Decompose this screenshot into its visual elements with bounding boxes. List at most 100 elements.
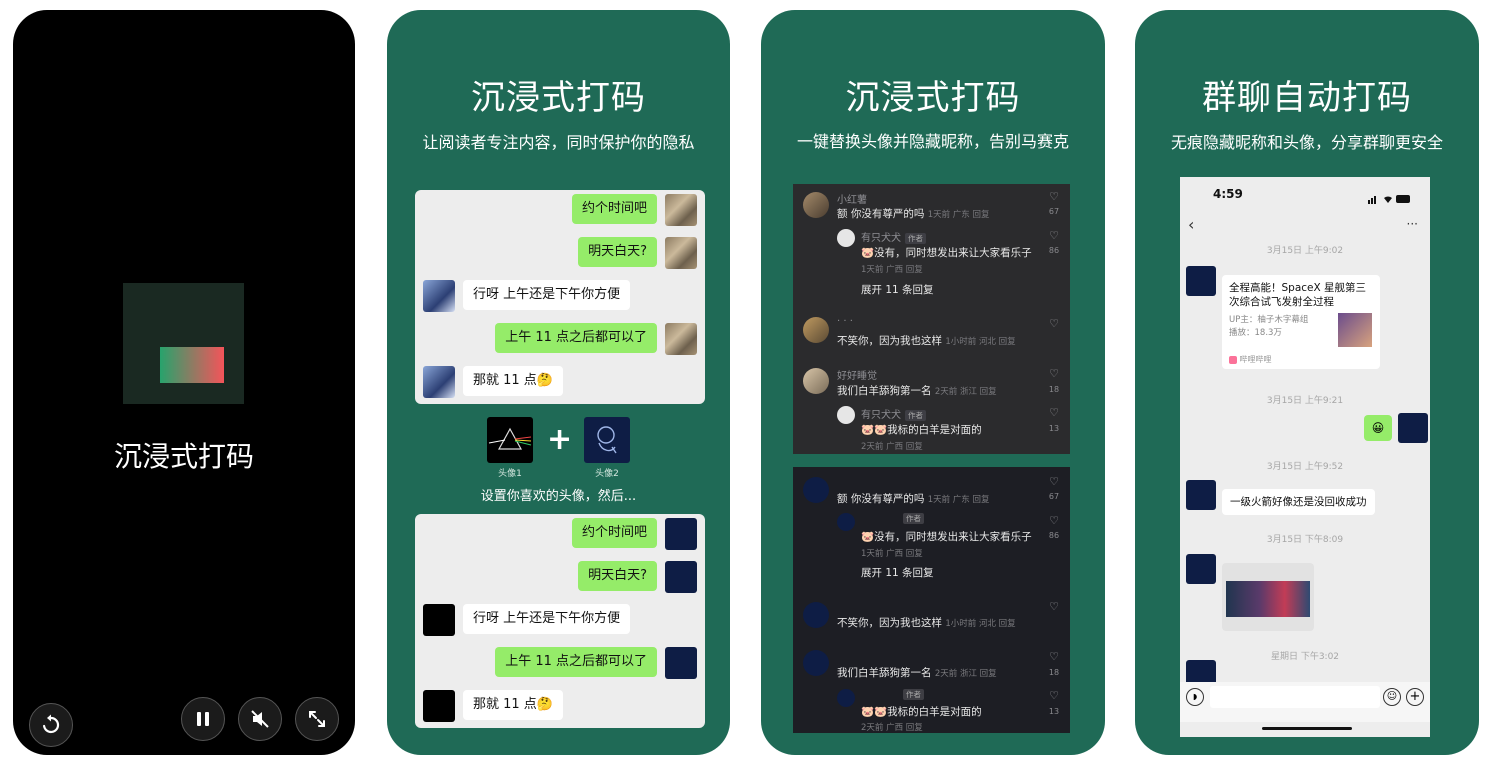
chat-message: 上午 11 点之后都可以了 (415, 647, 705, 681)
like-icon[interactable]: ♡ (1048, 650, 1060, 663)
panel-subtitle: 让阅读者专注内容，同时保护你的隐私 (422, 133, 695, 152)
pause-icon (197, 712, 209, 726)
comment-list-original: 小红薯 额 你没有尊严的吗 1天前 广东 回复 ♡ 67 有只犬犬 作者 🐷没有，… (793, 184, 1070, 454)
avatar (665, 194, 697, 226)
input-bar: ◗ ☺ + (1180, 682, 1430, 722)
avatar (665, 647, 697, 679)
back-icon[interactable]: ‹ (1188, 215, 1194, 234)
avatar (803, 650, 829, 676)
chat-preview-original: 约个时间吧 明天白天? 行呀 上午还是下午你方便 上午 11 点之后都可以了 那… (415, 190, 705, 404)
muted-speaker-icon (251, 710, 269, 728)
status-time: 4:59 (1213, 187, 1243, 201)
pause-button[interactable] (181, 697, 225, 741)
like-icon[interactable]: ♡ (1048, 475, 1060, 488)
like-icon[interactable]: ♡ (1048, 190, 1060, 203)
avatar (665, 323, 697, 355)
avatar-option-1-label: 头像1 (498, 469, 522, 479)
replay-button[interactable] (29, 703, 73, 747)
avatar (803, 477, 829, 503)
avatar-option-2-label: 头像2 (595, 469, 619, 479)
avatar (1186, 480, 1216, 510)
avatar (423, 366, 455, 398)
expand-replies[interactable]: 展开 11 条回复 (861, 565, 934, 580)
bilibili-icon (1229, 355, 1237, 364)
chat-message: 行呀 上午还是下午你方便 (415, 604, 705, 638)
timestamp: 星期日 下午3:02 (1270, 652, 1340, 662)
avatar (803, 192, 829, 218)
emoji-message: 😀 (1364, 415, 1392, 441)
chat-message: 约个时间吧 (415, 194, 705, 228)
video-title: 沉浸式打码 (113, 440, 254, 473)
expand-icon (309, 711, 325, 727)
video-preview-panel: 沉浸式打码 (13, 10, 355, 755)
like-icon[interactable]: ♡ (1048, 229, 1060, 242)
text-message: 一级火箭好像还是没回收成功 (1222, 489, 1375, 515)
avatar (665, 237, 697, 269)
avatar (837, 406, 855, 424)
chat-message: 明天白天? (415, 561, 705, 595)
status-icons (1368, 189, 1412, 208)
avatar (837, 513, 855, 531)
avatar (837, 229, 855, 247)
comment-list-masked: 额 你没有尊严的吗 1天前 广东 回复 ♡ 67 作者 🐷没有，同时想发出来让大… (793, 467, 1070, 733)
group-chat-masking-panel: 群聊自动打码 无痕隐藏昵称和头像，分享群聊更安全 4:59 ‹ ··· 3月15… (1135, 10, 1479, 755)
panel-title: 沉浸式打码 (845, 78, 1021, 118)
avatar (423, 604, 455, 636)
avatar-option-2[interactable] (584, 417, 630, 463)
comment-masking-panel: 沉浸式打码 一键替换头像并隐藏昵称，告别马赛克 小红薯 额 你没有尊严的吗 1天… (761, 10, 1105, 755)
astronaut-icon (597, 426, 617, 454)
plus-sign: + (547, 422, 573, 457)
emoji-icon[interactable]: ☺ (1383, 688, 1401, 706)
panel-title: 沉浸式打码 (471, 78, 646, 118)
immersive-masking-panel: 沉浸式打码 让阅读者专注内容，同时保护你的隐私 约个时间吧 明天白天? 行呀 上… (387, 10, 730, 755)
message-input[interactable] (1210, 686, 1380, 708)
avatar-option-1[interactable] (487, 417, 533, 463)
image-message[interactable] (1222, 563, 1314, 631)
chat-preview-masked: 约个时间吧 明天白天? 行呀 上午还是下午你方便 上午 11 点之后都可以了 那… (415, 514, 705, 728)
phone-screenshot: 4:59 ‹ ··· 3月15日 上午9:02 全程高能！SpaceX 星舰第三… (1180, 177, 1430, 737)
avatar (423, 690, 455, 722)
mute-button[interactable] (238, 697, 282, 741)
panel-subtitle: 无痕隐藏昵称和头像，分享群聊更安全 (1170, 133, 1443, 152)
avatar (803, 317, 829, 343)
like-icon[interactable]: ♡ (1048, 689, 1060, 702)
timestamp: 3月15日 下午8:09 (1266, 535, 1344, 545)
avatar (1398, 413, 1428, 443)
avatar (665, 518, 697, 550)
chat-message: 明天白天? (415, 237, 705, 271)
chat-message: 那就 11 点🤔 (415, 690, 705, 724)
like-icon[interactable]: ♡ (1048, 406, 1060, 419)
fullscreen-button[interactable] (295, 697, 339, 741)
plus-icon[interactable]: + (1406, 688, 1424, 706)
chat-message: 行呀 上午还是下午你方便 (415, 280, 705, 314)
video-thumbnail (1338, 313, 1372, 347)
like-icon[interactable]: ♡ (1048, 317, 1060, 330)
like-icon[interactable]: ♡ (1048, 514, 1060, 527)
avatar (1186, 554, 1216, 584)
expand-replies[interactable]: 展开 11 条回复 (861, 282, 934, 297)
avatar (1186, 266, 1216, 296)
avatar (803, 368, 829, 394)
panel-subtitle: 一键替换头像并隐藏昵称，告别马赛克 (796, 132, 1069, 151)
timestamp: 3月15日 上午9:02 (1266, 246, 1344, 256)
timestamp: 3月15日 上午9:21 (1266, 396, 1344, 406)
avatar (837, 689, 855, 707)
replay-icon (43, 714, 60, 734)
like-icon[interactable]: ♡ (1048, 367, 1060, 380)
video-thumbnail (123, 283, 244, 404)
home-indicator (1262, 727, 1352, 730)
like-icon[interactable]: ♡ (1048, 600, 1060, 613)
timestamp: 3月15日 上午9:52 (1266, 462, 1344, 472)
chat-message: 上午 11 点之后都可以了 (415, 323, 705, 357)
more-icon[interactable]: ··· (1407, 217, 1418, 231)
video-share-card[interactable]: 全程高能！SpaceX 星舰第三次综合试飞发射全过程 UP主：柚子木字幕组 播放… (1222, 275, 1380, 369)
panel-title: 群聊自动打码 (1202, 78, 1412, 118)
voice-icon[interactable]: ◗ (1186, 688, 1204, 706)
avatar (803, 602, 829, 628)
chat-message: 约个时间吧 (415, 518, 705, 552)
avatar-caption: 设置你喜欢的头像，然后... (480, 489, 637, 504)
avatar (665, 561, 697, 593)
chat-message: 那就 11 点🤔 (415, 366, 705, 400)
avatar (423, 280, 455, 312)
prism-icon (488, 427, 532, 450)
